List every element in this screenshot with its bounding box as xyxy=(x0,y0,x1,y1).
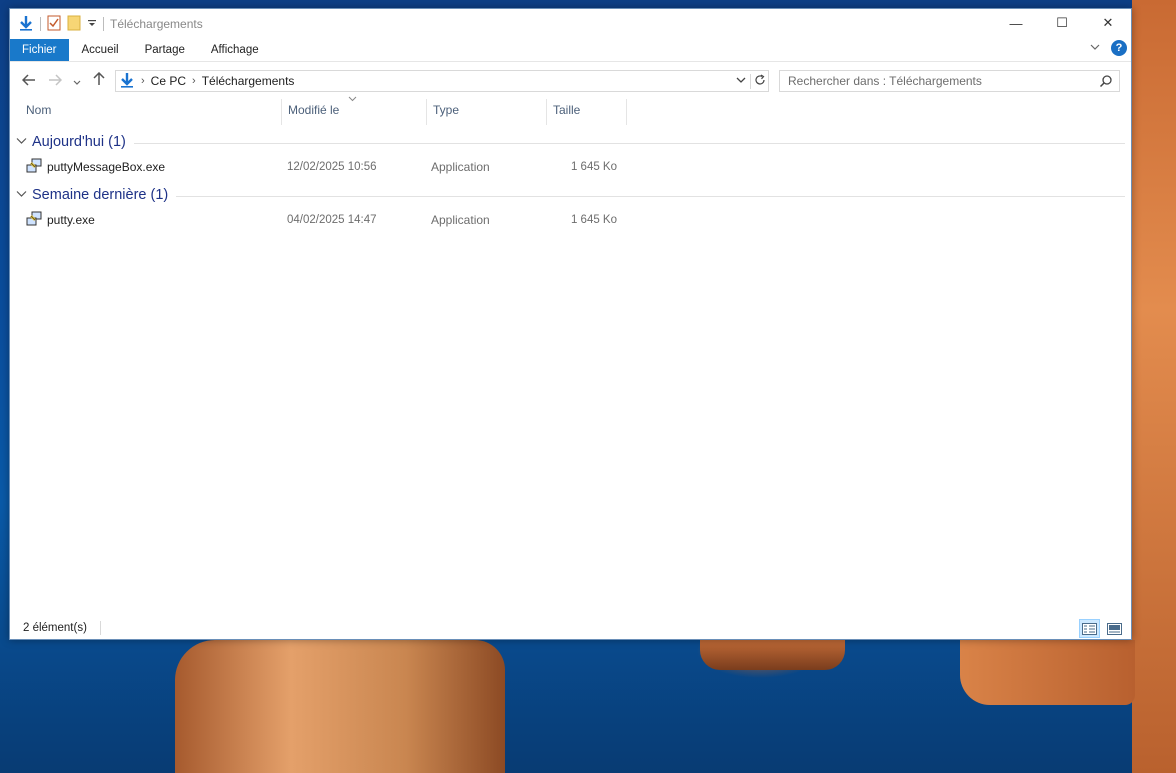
column-header-modified[interactable]: Modifié le xyxy=(282,96,427,125)
column-header-modified-label: Modifié le xyxy=(288,103,340,117)
desktop-rock-right xyxy=(960,640,1135,705)
expand-ribbon-icon[interactable] xyxy=(1089,41,1101,55)
file-row[interactable]: puttyMessageBox.exe 12/02/2025 10:56 App… xyxy=(10,156,1131,178)
item-count: 2 élément(s) xyxy=(23,622,87,634)
group-label: Aujourd'hui (1) xyxy=(32,134,126,150)
address-dropdown-icon[interactable] xyxy=(732,75,750,87)
putty-app-icon xyxy=(26,211,42,230)
download-folder-icon[interactable] xyxy=(18,15,34,34)
file-name: puttyMessageBox.exe xyxy=(47,160,166,174)
customize-dropdown-icon[interactable] xyxy=(87,17,97,31)
back-arrow-icon[interactable] xyxy=(16,73,42,89)
file-type: Application xyxy=(431,213,490,227)
search-box[interactable]: Rechercher dans : Téléchargements xyxy=(779,70,1120,92)
maximize-button[interactable]: ☐ xyxy=(1039,9,1085,37)
new-folder-icon[interactable] xyxy=(67,15,81,34)
download-folder-icon xyxy=(119,72,135,91)
address-bar-actions xyxy=(732,71,768,91)
address-bar[interactable]: › Ce PC › Téléchargements xyxy=(115,70,769,92)
details-view-icon[interactable] xyxy=(1079,619,1100,638)
collapse-chevron-icon[interactable] xyxy=(16,189,30,201)
forward-arrow-icon[interactable] xyxy=(42,73,68,89)
window-controls: — ☐ ✕ xyxy=(993,9,1131,37)
sort-descending-icon xyxy=(348,94,357,104)
column-header-type[interactable]: Type xyxy=(427,99,547,125)
toolbar-separator xyxy=(103,17,104,31)
close-button[interactable]: ✕ xyxy=(1085,9,1131,37)
ribbon-right: ? xyxy=(1089,40,1127,56)
up-arrow-icon[interactable] xyxy=(86,71,112,89)
column-headers: Nom Modifié le Type Taille xyxy=(10,96,1131,125)
title-bar: Téléchargements — ☐ ✕ xyxy=(10,9,1131,39)
file-size: 1 645 Ko xyxy=(570,161,617,173)
file-size: 1 645 Ko xyxy=(570,214,617,226)
breadcrumb-chevron-icon[interactable]: › xyxy=(192,75,196,87)
file-name: putty.exe xyxy=(47,213,95,227)
putty-app-icon xyxy=(26,158,42,177)
tab-affichage[interactable]: Affichage xyxy=(198,39,272,61)
column-header-name[interactable]: Nom xyxy=(20,99,282,125)
quick-access-toolbar xyxy=(10,15,104,34)
navigation-bar: › Ce PC › Téléchargements Rechercher dan… xyxy=(10,61,1131,99)
help-button[interactable]: ? xyxy=(1111,40,1127,56)
collapse-chevron-icon[interactable] xyxy=(16,136,30,148)
desktop-rock xyxy=(175,640,505,773)
file-row[interactable]: putty.exe 04/02/2025 14:47 Application 1… xyxy=(10,209,1131,231)
view-switcher xyxy=(1079,619,1125,638)
group-header-last-week[interactable]: Semaine dernière (1) xyxy=(16,184,1125,206)
ribbon-tabs: Fichier Accueil Partage Affichage ? xyxy=(10,39,1131,61)
properties-icon[interactable] xyxy=(47,15,61,34)
breadcrumb-ce-pc[interactable]: Ce PC xyxy=(151,74,186,88)
column-header-size[interactable]: Taille xyxy=(547,99,627,125)
search-placeholder: Rechercher dans : Téléchargements xyxy=(788,74,982,88)
breadcrumb-telechargements[interactable]: Téléchargements xyxy=(202,74,295,88)
file-name-cell: puttyMessageBox.exe xyxy=(26,158,165,177)
toolbar-separator xyxy=(40,17,41,31)
file-modified: 04/02/2025 14:47 xyxy=(287,214,377,226)
file-name-cell: putty.exe xyxy=(26,211,95,230)
tab-fichier[interactable]: Fichier xyxy=(10,39,69,61)
tab-accueil[interactable]: Accueil xyxy=(69,39,132,61)
large-icons-view-icon[interactable] xyxy=(1104,619,1125,638)
file-type: Application xyxy=(431,160,490,174)
refresh-icon[interactable] xyxy=(750,73,768,89)
group-divider xyxy=(176,195,1125,197)
recent-locations-icon[interactable] xyxy=(68,73,86,89)
desktop-rock-small xyxy=(700,640,845,670)
explorer-window: Téléchargements — ☐ ✕ Fichier Accueil Pa… xyxy=(9,8,1132,640)
search-icon[interactable] xyxy=(1099,74,1113,91)
group-label: Semaine dernière (1) xyxy=(32,187,169,203)
window-title: Téléchargements xyxy=(110,17,203,31)
group-divider xyxy=(133,142,1125,144)
desktop-cliff xyxy=(1132,0,1176,773)
tab-partage[interactable]: Partage xyxy=(132,39,198,61)
status-bar: 2 élément(s) xyxy=(10,617,1131,639)
file-modified: 12/02/2025 10:56 xyxy=(287,161,377,173)
minimize-button[interactable]: — xyxy=(993,9,1039,37)
breadcrumb-chevron-icon[interactable]: › xyxy=(141,75,145,87)
group-header-today[interactable]: Aujourd'hui (1) xyxy=(16,131,1125,153)
status-separator xyxy=(99,621,101,635)
